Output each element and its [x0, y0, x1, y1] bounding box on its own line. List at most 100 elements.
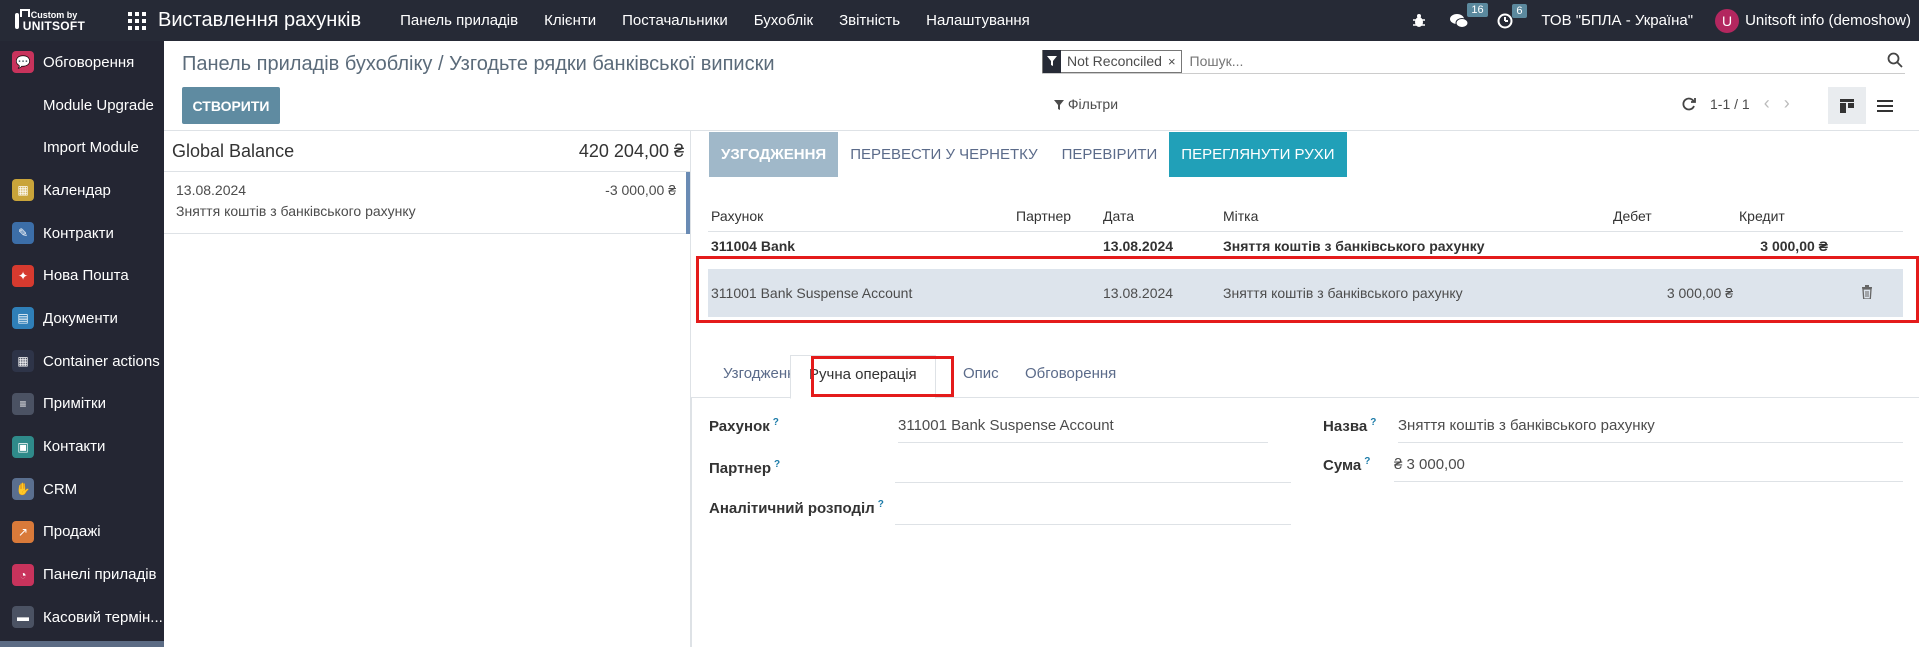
action-buttons: УЗГОДЖЕННЯ ПЕРЕВЕСТИ У ЧЕРНЕТКУ ПЕРЕВІРИ…: [709, 132, 1347, 177]
create-button[interactable]: СТВОРИТИ: [182, 87, 280, 124]
partner-field[interactable]: [895, 457, 1291, 483]
sidebar-item[interactable]: ≡ Примітки: [0, 383, 164, 426]
user-menu[interactable]: U Unitsoft info (demoshow): [1715, 8, 1911, 33]
list-view-button[interactable]: [1866, 87, 1904, 124]
reset-to-draft-button[interactable]: ПЕРЕВЕСТИ У ЧЕРНЕТКУ: [838, 132, 1050, 177]
sidebar-item[interactable]: Import Module: [0, 126, 164, 169]
menu-settings[interactable]: Налаштування: [913, 12, 1043, 29]
messages-button[interactable]: 16: [1449, 2, 1488, 30]
tab-description[interactable]: Опис: [963, 365, 999, 382]
search-bar: Not Reconciled ×: [1042, 49, 1905, 74]
help-icon[interactable]: ?: [1370, 417, 1376, 428]
pager-next-icon[interactable]: ›: [1784, 93, 1790, 114]
active-tab-highlight: [811, 356, 954, 397]
global-balance-row: Global Balance 420 204,00 ₴: [164, 131, 690, 172]
activities-count-badge: 6: [1512, 3, 1527, 18]
sidebar-item-label: Обговорення: [43, 53, 135, 71]
sidebar-scroll-indicator: [0, 641, 164, 647]
help-icon[interactable]: ?: [774, 459, 780, 470]
name-field[interactable]: Зняття коштів з банківського рахунку: [1398, 417, 1903, 443]
user-name: Unitsoft info (demoshow): [1745, 12, 1911, 29]
breadcrumb: Панель приладів бухобліку / Узгодьте ряд…: [182, 53, 775, 76]
activities-button[interactable]: 6: [1497, 3, 1527, 29]
pager: 1-1 / 1 ‹ ›: [1682, 93, 1790, 114]
filters-label: Фільтри: [1067, 96, 1119, 112]
filter-icon: [1043, 49, 1061, 73]
kanban-view-button[interactable]: [1828, 87, 1866, 124]
help-icon[interactable]: ?: [878, 499, 884, 510]
sidebar-item-label: Нова Пошта: [43, 267, 129, 285]
sidebar-item[interactable]: ✋ CRM: [0, 468, 164, 511]
kanban-view-icon: [1840, 98, 1854, 113]
reconciliation-panel: УЗГОДЖЕННЯ ПЕРЕВЕСТИ У ЧЕРНЕТКУ ПЕРЕВІРИ…: [691, 131, 1919, 647]
menu-reporting[interactable]: Звітність: [826, 12, 913, 29]
column-header-partner: Партнер: [1013, 201, 1100, 232]
help-icon[interactable]: ?: [773, 417, 779, 428]
menu-accounting[interactable]: Бухоблік: [741, 12, 826, 29]
search-input[interactable]: [1187, 52, 1788, 70]
facet-value: Not Reconciled: [1067, 53, 1162, 69]
sidebar-item[interactable]: ✎ Контракти: [0, 212, 164, 255]
menu-customers[interactable]: Клієнти: [531, 12, 609, 29]
apps-menu-icon[interactable]: [128, 11, 146, 30]
sidebar-item[interactable]: ▦ Container actions: [0, 340, 164, 383]
analytic-distribution-field[interactable]: [895, 499, 1291, 525]
sidebar-item[interactable]: ▬ Касовий термін...: [0, 596, 164, 639]
pager-prev-icon[interactable]: ‹: [1764, 93, 1770, 114]
help-icon[interactable]: ?: [1364, 456, 1370, 467]
sidebar-item[interactable]: ▦ Календар: [0, 169, 164, 212]
column-header-credit: Кредит: [1736, 201, 1831, 232]
chat-icon: 💬: [12, 51, 34, 74]
partner-label: Партнер?: [709, 459, 781, 477]
notes-icon: ≡: [12, 392, 34, 415]
sidebar-item[interactable]: ▣ Контакти: [0, 425, 164, 468]
validate-button[interactable]: ПЕРЕВІРИТИ: [1049, 132, 1170, 177]
brand-logo[interactable]: Custom by UNITSOFT: [0, 0, 86, 41]
tab-discussion[interactable]: Обговорення: [1025, 365, 1116, 382]
app-title[interactable]: Виставлення рахунків: [158, 9, 361, 32]
menu-dashboard[interactable]: Панель приладів: [387, 12, 531, 29]
sidebar-item[interactable]: ◔ Панелі приладів: [0, 553, 164, 596]
sidebar-item[interactable]: 💬 Обговорення: [0, 41, 164, 84]
dashboard-icon: ◔: [12, 563, 34, 586]
sidebar-item[interactable]: Module Upgrade: [0, 84, 164, 127]
search-icon[interactable]: [1887, 52, 1903, 72]
debug-button[interactable]: [1411, 13, 1427, 29]
unitsoft-logo-icon: [14, 8, 30, 29]
sidebar-item-label: Container actions: [43, 352, 160, 370]
account-field[interactable]: 311001 Bank Suspense Account: [898, 417, 1268, 443]
avatar: U: [1715, 8, 1740, 33]
amount-label: Сума?: [1323, 456, 1371, 474]
reconcile-button[interactable]: УЗГОДЖЕННЯ: [709, 132, 839, 177]
chat-icon: [1450, 13, 1469, 28]
facet-remove-icon[interactable]: ×: [1168, 54, 1181, 69]
pos-icon: ▬: [12, 606, 34, 629]
view-moves-button[interactable]: ПЕРЕГЛЯНУТИ РУХИ: [1169, 132, 1347, 177]
amount-field[interactable]: ₴ 3 000,00: [1394, 456, 1903, 482]
company-switcher[interactable]: ТОВ "БПЛА - Україна": [1541, 12, 1693, 29]
container-icon: ▦: [12, 350, 34, 373]
global-balance-label: Global Balance: [172, 140, 295, 161]
sidebar-item-label: Календар: [43, 181, 111, 199]
nova-poshta-icon: ✦: [12, 264, 34, 287]
breadcrumb-parent[interactable]: Панель приладів бухобліку: [182, 53, 432, 75]
sidebar-item-label: Module Upgrade: [43, 96, 154, 114]
sidebar-item-label: Касовий термін...: [43, 608, 163, 626]
global-balance-amount: 420 204,00 ₴: [578, 140, 684, 161]
reload-icon[interactable]: [1682, 97, 1696, 111]
sidebar-item-label: Контракти: [43, 224, 114, 242]
sales-icon: ↗: [12, 520, 34, 543]
sidebar-item[interactable]: ▤ Документи: [0, 297, 164, 340]
sidebar-item[interactable]: ↗ Продажі: [0, 511, 164, 554]
list-view-icon: [1877, 99, 1893, 112]
pager-value[interactable]: 1-1 / 1: [1710, 96, 1750, 112]
brand-name: UNITSOFT: [22, 18, 86, 33]
menu-vendors[interactable]: Постачальники: [609, 12, 741, 29]
filters-dropdown[interactable]: Фільтри: [1054, 96, 1118, 112]
sidebar-item[interactable]: ✦ Нова Пошта: [0, 254, 164, 297]
calendar-icon: ▦: [12, 179, 34, 202]
statement-line-card[interactable]: 13.08.2024 -3 000,00 ₴ Зняття коштів з б…: [164, 172, 690, 234]
sidebar-item-label: Контакти: [43, 438, 106, 456]
statement-line-label: Зняття коштів з банківського рахунку: [176, 203, 416, 219]
documents-icon: ▤: [12, 307, 34, 330]
